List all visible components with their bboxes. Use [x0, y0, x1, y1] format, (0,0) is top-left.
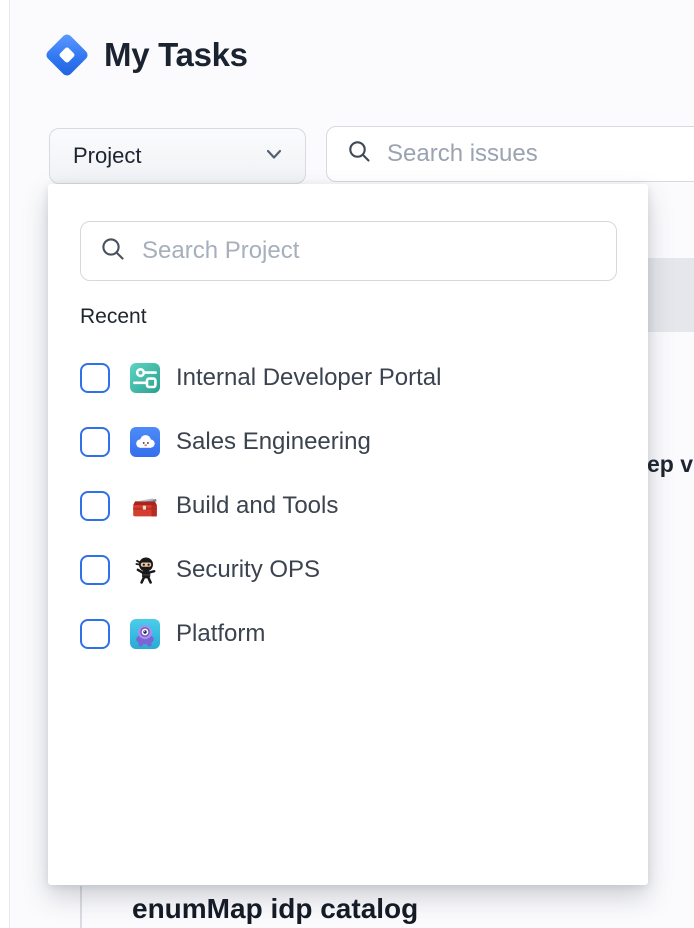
- my-tasks-page: ep v enumMap idp catalog My Tasks Projec…: [0, 0, 694, 928]
- search-icon: [346, 138, 373, 170]
- project-filter-button[interactable]: Project: [49, 128, 306, 184]
- jira-logo-icon: [45, 33, 89, 77]
- search-icon: [99, 235, 127, 268]
- page-title: My Tasks: [104, 36, 248, 74]
- project-checkbox[interactable]: [80, 427, 110, 457]
- project-option-label: Platform: [176, 620, 265, 648]
- background-task-title-fragment: ep v: [647, 451, 693, 478]
- project-filter-label: Project: [73, 143, 141, 169]
- project-option[interactable]: Platform: [80, 609, 620, 659]
- project-option-label: Internal Developer Portal: [176, 364, 441, 392]
- project-filter-dropdown: Recent Internal: [48, 184, 648, 885]
- project-checkbox[interactable]: [80, 491, 110, 521]
- project-option-label: Sales Engineering: [176, 428, 371, 456]
- project-checkbox[interactable]: [80, 363, 110, 393]
- recent-section-label: Recent: [80, 305, 147, 329]
- project-checkbox[interactable]: [80, 619, 110, 649]
- toolbox-red-icon: [130, 491, 160, 521]
- monster-cyan-icon: [130, 619, 160, 649]
- project-option[interactable]: Build and Tools: [80, 481, 620, 531]
- project-checkbox[interactable]: [80, 555, 110, 585]
- project-options-list: Internal Developer Portal: [80, 353, 620, 673]
- search-issues-input[interactable]: [387, 140, 694, 168]
- workflow-teal-icon: [130, 363, 160, 393]
- project-option-label: Build and Tools: [176, 492, 338, 520]
- cloud-blue-icon: [130, 427, 160, 457]
- search-issues-box[interactable]: [326, 126, 694, 182]
- project-option[interactable]: Internal Developer Portal: [80, 353, 620, 403]
- chevron-down-icon: [263, 143, 285, 170]
- project-option[interactable]: Security OPS: [80, 545, 620, 595]
- background-column-divider: [80, 886, 82, 928]
- search-project-box[interactable]: [80, 221, 617, 281]
- project-option[interactable]: Sales Engineering: [80, 417, 620, 467]
- background-task-title: enumMap idp catalog: [132, 893, 418, 925]
- search-project-input[interactable]: [142, 237, 616, 265]
- left-gutter-divider: [0, 0, 10, 928]
- ninja-icon: [130, 555, 160, 585]
- project-option-label: Security OPS: [176, 556, 320, 584]
